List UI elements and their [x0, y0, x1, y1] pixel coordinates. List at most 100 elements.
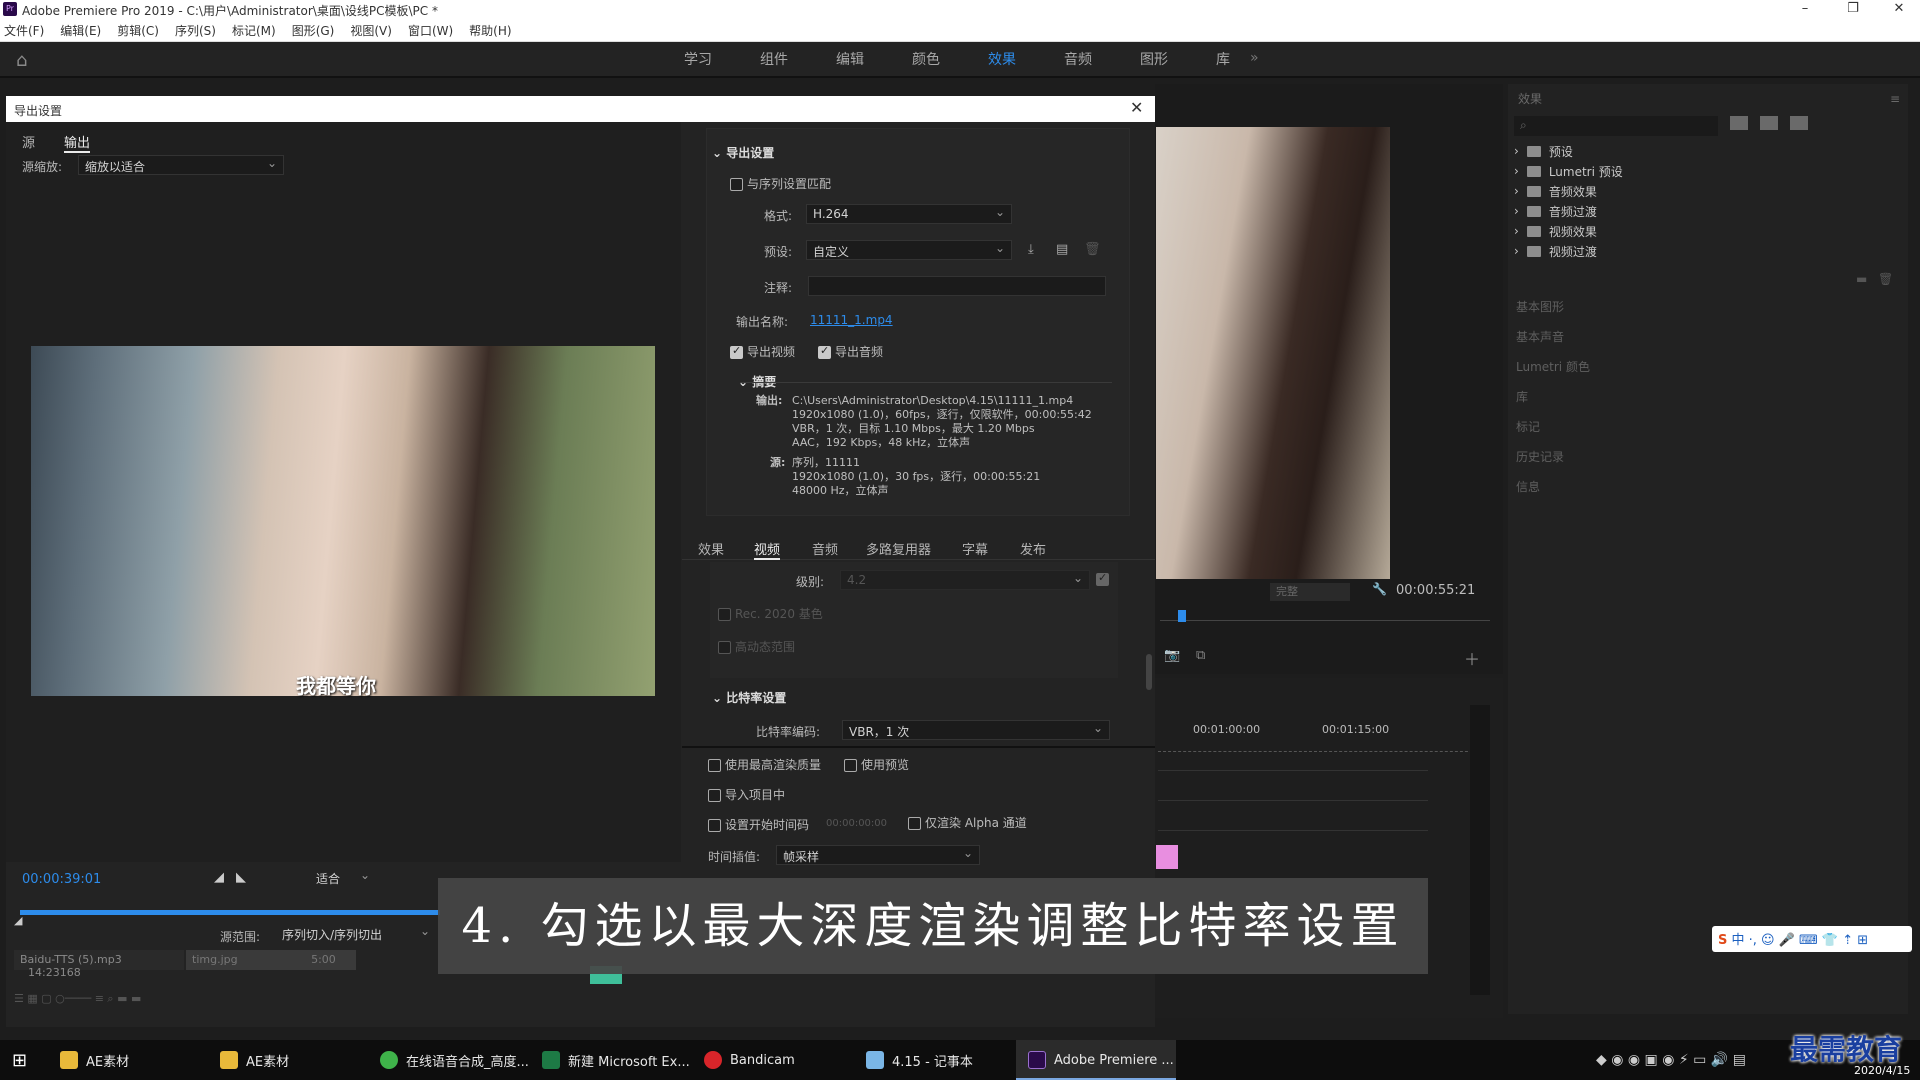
- panel-libraries[interactable]: 库: [1516, 388, 1528, 405]
- settings-scrollbar[interactable]: [1146, 654, 1152, 690]
- taskbar-item[interactable]: Bandicam: [704, 1040, 795, 1080]
- menu-edit[interactable]: 编辑(E): [60, 22, 101, 39]
- set-in-point-icon[interactable]: ◢: [214, 870, 224, 885]
- start-timecode-value[interactable]: 00:00:00:00: [826, 818, 887, 829]
- menu-window[interactable]: 窗口(W): [408, 22, 453, 39]
- time-interpolation-dropdown[interactable]: 帧采样: [776, 845, 980, 865]
- yuv-icon[interactable]: [1790, 116, 1808, 130]
- panel-info[interactable]: 信息: [1516, 478, 1540, 495]
- project-item[interactable]: timg.jpg 5:00: [186, 950, 356, 970]
- menu-clip[interactable]: 剪辑(C): [117, 22, 159, 39]
- taskbar-item[interactable]: 新建 Microsoft Ex...: [542, 1040, 690, 1080]
- comment-input[interactable]: [808, 276, 1106, 296]
- ws-assembly[interactable]: 组件: [736, 42, 812, 78]
- compare-icon[interactable]: ⧉: [1196, 648, 1205, 663]
- delete-preset-icon[interactable]: 🗑: [1084, 242, 1101, 257]
- folder-icon[interactable]: ▬: [1856, 272, 1867, 286]
- panel-essential-graphics[interactable]: 基本图形: [1516, 298, 1564, 315]
- taskbar-item[interactable]: 在线语音合成_高度...: [380, 1040, 529, 1080]
- menu-marker[interactable]: 标记(M): [232, 22, 276, 39]
- time-ruler[interactable]: [1158, 748, 1478, 752]
- panel-markers[interactable]: 标记: [1516, 418, 1540, 435]
- render-alpha-checkbox[interactable]: 仅渲染 Alpha 通道: [908, 814, 1027, 831]
- menu-view[interactable]: 视图(V): [350, 22, 392, 39]
- panel-menu-icon[interactable]: ≡: [1890, 92, 1900, 106]
- set-out-point-icon[interactable]: ◣: [236, 870, 246, 885]
- preset-dropdown[interactable]: 自定义: [806, 240, 1012, 260]
- level-dropdown[interactable]: 4.2: [840, 570, 1090, 590]
- add-button-icon[interactable]: ＋: [1464, 646, 1480, 670]
- ws-editing[interactable]: 编辑: [812, 42, 888, 78]
- bitrate-encoding-dropdown[interactable]: VBR，1 次: [842, 720, 1110, 740]
- new-bin-icon[interactable]: [1730, 116, 1748, 130]
- system-tray[interactable]: ◆ ◉ ◉ ▣ ◉ ⚡ ▭ 🔊 ▤: [1596, 1040, 1746, 1080]
- use-preview-checkbox[interactable]: 使用预览: [844, 756, 909, 773]
- tree-item-video-effects[interactable]: › 视频效果: [1514, 221, 1597, 241]
- menu-sequence[interactable]: 序列(S): [175, 22, 216, 39]
- bitrate-settings-header[interactable]: ⌄ 比特率设置: [712, 689, 786, 706]
- accelerated-icon[interactable]: [1760, 116, 1778, 130]
- taskbar-item[interactable]: AE素材: [60, 1040, 129, 1080]
- tab-multiplexer[interactable]: 多路复用器: [866, 539, 931, 558]
- import-preset-icon[interactable]: ▤: [1056, 242, 1068, 257]
- trash-icon[interactable]: 🗑: [1878, 272, 1893, 286]
- tab-effects[interactable]: 效果: [698, 539, 724, 558]
- tree-item-lumetri-presets[interactable]: › Lumetri 预设: [1514, 161, 1623, 181]
- dialog-close-icon[interactable]: ✕: [1130, 98, 1143, 117]
- effects-search-input[interactable]: ⌕: [1514, 116, 1718, 136]
- start-button[interactable]: ⊞: [12, 1040, 27, 1080]
- more-workspaces-icon[interactable]: »: [1250, 50, 1259, 66]
- match-sequence-checkbox[interactable]: 与序列设置匹配: [730, 175, 831, 192]
- ws-graphics[interactable]: 图形: [1116, 42, 1192, 78]
- source-scaling-dropdown[interactable]: 缩放以适合: [78, 155, 284, 175]
- tree-item-audio-transitions[interactable]: › 音频过渡: [1514, 201, 1597, 221]
- hdr-checkbox[interactable]: 高动态范围: [718, 638, 795, 655]
- rec2020-checkbox[interactable]: Rec. 2020 基色: [718, 605, 823, 622]
- ws-libraries[interactable]: 库: [1192, 42, 1254, 78]
- tab-captions[interactable]: 字幕: [962, 539, 988, 558]
- minimize-icon[interactable]: –: [1786, 0, 1824, 20]
- tree-item-presets[interactable]: › 预设: [1514, 141, 1573, 161]
- timeline-clip-pink[interactable]: [1156, 845, 1178, 869]
- source-range-dropdown[interactable]: 序列切入/序列切出: [276, 924, 436, 944]
- tree-item-video-transitions[interactable]: › 视频过渡: [1514, 241, 1597, 261]
- panel-essential-sound[interactable]: 基本声音: [1516, 328, 1564, 345]
- range-start-handle[interactable]: ◢: [14, 914, 22, 927]
- menu-graphics[interactable]: 图形(G): [292, 22, 335, 39]
- set-start-timecode-checkbox[interactable]: 设置开始时间码: [708, 816, 809, 833]
- playback-resolution[interactable]: 完整: [1270, 583, 1350, 601]
- save-preset-icon[interactable]: ⤓: [1028, 242, 1034, 257]
- tab-publish[interactable]: 发布: [1020, 539, 1046, 558]
- export-video-checkbox[interactable]: 导出视频: [730, 343, 795, 360]
- program-playhead[interactable]: [1178, 610, 1186, 622]
- panel-history[interactable]: 历史记录: [1516, 448, 1564, 465]
- export-frame-icon[interactable]: 📷: [1164, 648, 1180, 663]
- home-icon[interactable]: ⌂: [16, 50, 36, 71]
- tab-video[interactable]: 视频: [754, 539, 781, 560]
- fit-dropdown[interactable]: 适合: [310, 868, 376, 888]
- ws-effects[interactable]: 效果: [964, 42, 1040, 78]
- tree-item-audio-effects[interactable]: › 音频效果: [1514, 181, 1597, 201]
- output-name-link[interactable]: 11111_1.mp4: [810, 313, 893, 327]
- export-audio-checkbox[interactable]: 导出音频: [818, 343, 883, 360]
- close-icon[interactable]: ✕: [1880, 0, 1918, 20]
- taskbar-item[interactable]: Adobe Premiere ...: [1028, 1040, 1174, 1080]
- import-into-project-checkbox[interactable]: 导入项目中: [708, 786, 785, 803]
- ws-learn[interactable]: 学习: [660, 42, 736, 78]
- tab-audio[interactable]: 音频: [812, 539, 838, 558]
- format-dropdown[interactable]: H.264: [806, 204, 1012, 224]
- program-scrubber[interactable]: [1160, 620, 1490, 621]
- ws-color[interactable]: 颜色: [888, 42, 964, 78]
- preview-range-bar[interactable]: [20, 910, 440, 915]
- ws-audio[interactable]: 音频: [1040, 42, 1116, 78]
- preview-timecode[interactable]: 00:00:39:01: [22, 872, 101, 887]
- panel-lumetri-color[interactable]: Lumetri 颜色: [1516, 358, 1590, 375]
- menu-file[interactable]: 文件(F): [4, 22, 44, 39]
- tab-output[interactable]: 输出: [64, 132, 91, 153]
- menu-help[interactable]: 帮助(H): [469, 22, 511, 39]
- level-checkbox[interactable]: [1096, 571, 1113, 587]
- wrench-icon[interactable]: 🔧: [1372, 582, 1387, 596]
- max-render-quality-checkbox[interactable]: 使用最高渲染质量: [708, 756, 821, 773]
- restore-icon[interactable]: ❐: [1834, 0, 1872, 20]
- taskbar-item[interactable]: AE素材: [220, 1040, 289, 1080]
